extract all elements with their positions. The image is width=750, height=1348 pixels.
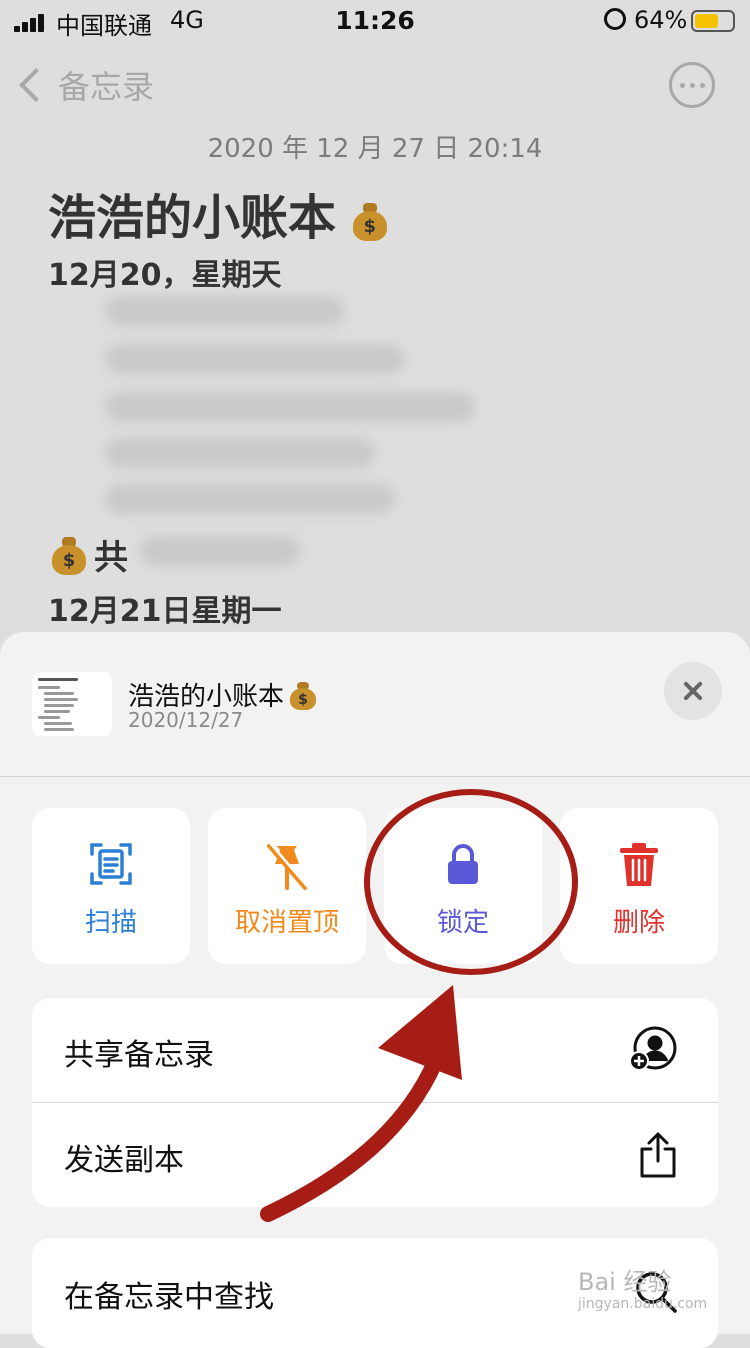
share-person-icon (629, 1026, 677, 1071)
money-bag-icon: $ (52, 535, 86, 575)
redacted-line (105, 392, 475, 422)
unpin-icon (267, 842, 309, 890)
chevron-left-icon (19, 68, 53, 102)
share-note-row[interactable]: 共享备忘录 (32, 998, 718, 1102)
redacted-line (105, 438, 375, 468)
note-thumbnail (32, 672, 112, 736)
note-day-heading-2: 12月21日星期一 (48, 586, 282, 634)
unpin-button[interactable]: 取消置顶 (208, 808, 366, 964)
note-title: 浩浩的小账本 $ (48, 178, 387, 248)
scan-icon (90, 843, 132, 885)
sheet-header: 浩浩的小账本 $ 2020/12/27 (0, 632, 750, 777)
send-copy-row[interactable]: 发送副本 (32, 1102, 718, 1207)
money-bag-icon: $ (290, 680, 317, 710)
money-bag-icon: $ (352, 201, 387, 241)
note-day-heading: 12月20，星期天 (48, 258, 282, 293)
redacted-line (105, 296, 345, 326)
send-copy-label: 发送副本 (64, 1143, 184, 1178)
watermark-url: jingyan.baidu.com (578, 1296, 708, 1312)
battery-level-fill (695, 14, 719, 28)
nav-bar: 备忘录 (0, 56, 750, 116)
note-section-heading: $ 共 (52, 530, 128, 579)
watermark-logo: Bai 经验 (578, 1268, 672, 1296)
share-note-label: 共享备忘录 (64, 1038, 214, 1073)
find-in-note-label: 在备忘录中查找 (64, 1280, 274, 1315)
battery-icon (691, 10, 735, 32)
scan-button[interactable]: 扫描 (32, 808, 190, 964)
unpin-label: 取消置顶 (234, 908, 339, 938)
lock-label: 锁定 (436, 908, 489, 938)
share-options-group: 共享备忘录 发送副本 (32, 998, 718, 1207)
redacted-line (105, 484, 395, 514)
delete-button[interactable]: 删除 (560, 808, 718, 964)
redacted-line (140, 536, 300, 566)
sheet-note-date: 2020/12/27 (128, 708, 244, 732)
scan-label: 扫描 (84, 908, 137, 938)
status-bar: 中国联通 4G 11:26 64% (0, 0, 750, 44)
alarm-icon (604, 8, 626, 30)
delete-label: 删除 (612, 908, 665, 938)
section-heading-text: 共 (94, 538, 128, 578)
lock-button[interactable]: 锁定 (384, 808, 542, 964)
close-button[interactable] (664, 662, 722, 720)
trash-icon (620, 843, 658, 886)
action-sheet: 浩浩的小账本 $ 2020/12/27 (0, 632, 750, 1334)
redacted-line (105, 344, 405, 374)
back-label: 备忘录 (58, 68, 155, 106)
battery-percent: 64% (634, 6, 688, 34)
back-button[interactable]: 备忘录 (16, 62, 154, 108)
lock-icon (448, 844, 478, 884)
note-timestamp: 2020 年 12 月 27 日 20:14 (207, 134, 543, 164)
more-options-button[interactable] (669, 62, 715, 108)
note-title-text: 浩浩的小账本 (48, 190, 337, 246)
share-icon (640, 1132, 676, 1178)
